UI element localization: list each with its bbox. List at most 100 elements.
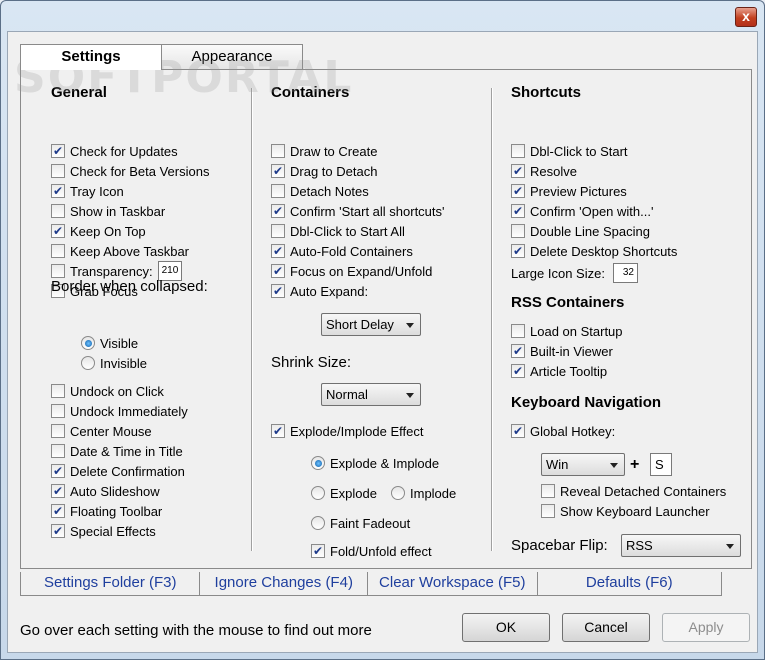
- cancel-button[interactable]: Cancel: [562, 613, 650, 642]
- checkbox-row[interactable]: ✔ Focus on Expand/Unfold: [271, 261, 432, 281]
- checkbox-box[interactable]: ✔: [271, 284, 285, 298]
- checkbox-row[interactable]: ✔ Tray Icon: [51, 181, 124, 201]
- checkbox-box[interactable]: [511, 224, 525, 238]
- checkbox-row[interactable]: Detach Notes: [271, 181, 369, 201]
- checkbox-row[interactable]: Date & Time in Title: [51, 441, 183, 461]
- radio-option[interactable]: Implode: [391, 483, 456, 503]
- checkbox-row[interactable]: Undock on Click: [51, 381, 164, 401]
- checkbox-row[interactable]: Undock Immediately: [51, 401, 188, 421]
- checkbox-row[interactable]: ✔ Article Tooltip: [511, 361, 607, 381]
- checkbox-box[interactable]: ✔: [511, 344, 525, 358]
- checkbox-box[interactable]: ✔: [511, 164, 525, 178]
- radio-button[interactable]: [391, 486, 405, 500]
- checkbox-row[interactable]: ✔ Drag to Detach: [271, 161, 377, 181]
- checkbox-row[interactable]: ✔ Special Effects: [51, 521, 156, 541]
- checkbox-box[interactable]: ✔: [271, 264, 285, 278]
- checkbox-box[interactable]: [511, 144, 525, 158]
- clear-workspace-tab[interactable]: Clear Workspace (F5): [368, 572, 538, 595]
- checkbox-row[interactable]: ✔ Auto-Fold Containers: [271, 241, 413, 261]
- defaults-tab[interactable]: Defaults (F6): [538, 572, 721, 595]
- checkbox-box[interactable]: ✔: [271, 204, 285, 218]
- checkbox-row[interactable]: ✔ Auto Slideshow: [51, 481, 160, 501]
- checkbox-box[interactable]: ✔: [271, 424, 285, 438]
- checkbox-row[interactable]: Draw to Create: [271, 141, 377, 161]
- checkbox-box[interactable]: ✔: [311, 544, 325, 558]
- checkbox-row[interactable]: ✔ Confirm 'Start all shortcuts': [271, 201, 445, 221]
- checkbox-row[interactable]: Show Keyboard Launcher: [541, 501, 710, 521]
- checkbox-box[interactable]: ✔: [51, 144, 65, 158]
- checkbox-box[interactable]: [51, 164, 65, 178]
- radio-option[interactable]: Explode & Implode: [311, 453, 439, 473]
- checkbox-box[interactable]: ✔: [511, 364, 525, 378]
- checkbox-box[interactable]: ✔: [51, 504, 65, 518]
- tab-settings[interactable]: Settings: [20, 44, 162, 70]
- checkbox-box[interactable]: ✔: [511, 204, 525, 218]
- checkbox-box[interactable]: [51, 384, 65, 398]
- checkbox-row[interactable]: ✔ Built-in Viewer: [511, 341, 613, 361]
- tab-appearance[interactable]: Appearance: [161, 44, 303, 69]
- global-hotkey-checkbox[interactable]: ✔ Global Hotkey:: [511, 421, 615, 441]
- checkbox-box[interactable]: ✔: [51, 224, 65, 238]
- ignore-changes-tab[interactable]: Ignore Changes (F4): [200, 572, 368, 595]
- fold-unfold-checkbox[interactable]: ✔ Fold/Unfold effect: [311, 541, 432, 561]
- checkbox-box[interactable]: ✔: [511, 424, 525, 438]
- radio-button[interactable]: [311, 516, 325, 530]
- explode-implode-checkbox[interactable]: ✔ Explode/Implode Effect: [271, 421, 423, 441]
- checkbox-row[interactable]: Dbl-Click to Start: [511, 141, 628, 161]
- checkbox-box[interactable]: [51, 204, 65, 218]
- checkbox-row[interactable]: Load on Startup: [511, 321, 623, 341]
- radio-button[interactable]: [311, 456, 325, 470]
- hotkey-key-input[interactable]: S: [650, 453, 672, 476]
- large-icon-size-input[interactable]: 32: [612, 263, 638, 283]
- checkbox-row[interactable]: ✔ Check for Updates: [51, 141, 178, 161]
- checkbox-row[interactable]: Double Line Spacing: [511, 221, 650, 241]
- radio-option[interactable]: Explode: [311, 483, 377, 503]
- close-button[interactable]: x: [735, 7, 757, 27]
- checkbox-row[interactable]: ✔ Resolve: [511, 161, 577, 181]
- checkbox-box[interactable]: [51, 424, 65, 438]
- spacebar-flip-dropdown[interactable]: RSS: [621, 534, 741, 557]
- checkbox-row[interactable]: Center Mouse: [51, 421, 152, 441]
- checkbox-row[interactable]: Keep Above Taskbar: [51, 241, 189, 261]
- checkbox-box[interactable]: ✔: [51, 464, 65, 478]
- checkbox-box[interactable]: [51, 444, 65, 458]
- radio-option[interactable]: Visible: [81, 333, 138, 353]
- checkbox-box[interactable]: [541, 504, 555, 518]
- checkbox-row[interactable]: ✔ Preview Pictures: [511, 181, 627, 201]
- checkbox-box[interactable]: ✔: [51, 524, 65, 538]
- checkbox-box[interactable]: ✔: [271, 244, 285, 258]
- checkbox-box[interactable]: [51, 264, 65, 278]
- settings-folder-tab[interactable]: Settings Folder (F3): [21, 572, 201, 595]
- radio-button[interactable]: [311, 486, 325, 500]
- checkbox-box[interactable]: [271, 224, 285, 238]
- checkbox-box[interactable]: [51, 244, 65, 258]
- expand-delay-dropdown[interactable]: Short Delay: [321, 313, 421, 336]
- radio-option[interactable]: Faint Fadeout: [311, 513, 410, 533]
- checkbox-box[interactable]: ✔: [271, 164, 285, 178]
- checkbox-row[interactable]: ✔ Auto Expand:: [271, 281, 368, 301]
- hotkey-modifier-dropdown[interactable]: Win: [541, 453, 625, 476]
- ok-button[interactable]: OK: [462, 613, 550, 642]
- checkbox-box[interactable]: [271, 144, 285, 158]
- shrink-size-dropdown[interactable]: Normal: [321, 383, 421, 406]
- checkbox-row[interactable]: Show in Taskbar: [51, 201, 165, 221]
- checkbox-box[interactable]: [271, 184, 285, 198]
- checkbox-box[interactable]: [541, 484, 555, 498]
- checkbox-row[interactable]: ✔ Floating Toolbar: [51, 501, 162, 521]
- radio-button[interactable]: [81, 356, 95, 370]
- apply-button[interactable]: Apply: [662, 613, 750, 642]
- radio-option[interactable]: Invisible: [81, 353, 147, 373]
- checkbox-box[interactable]: ✔: [511, 184, 525, 198]
- checkbox-box[interactable]: ✔: [51, 484, 65, 498]
- checkbox-box[interactable]: [51, 404, 65, 418]
- checkbox-row[interactable]: ✔ Delete Confirmation: [51, 461, 185, 481]
- checkbox-box[interactable]: [511, 324, 525, 338]
- checkbox-row[interactable]: Dbl-Click to Start All: [271, 221, 405, 241]
- checkbox-box[interactable]: ✔: [511, 244, 525, 258]
- checkbox-row[interactable]: Check for Beta Versions: [51, 161, 209, 181]
- checkbox-row[interactable]: Reveal Detached Containers: [541, 481, 726, 501]
- checkbox-row[interactable]: ✔ Confirm 'Open with...': [511, 201, 653, 221]
- checkbox-row[interactable]: ✔ Keep On Top: [51, 221, 146, 241]
- radio-button[interactable]: [81, 336, 95, 350]
- checkbox-box[interactable]: ✔: [51, 184, 65, 198]
